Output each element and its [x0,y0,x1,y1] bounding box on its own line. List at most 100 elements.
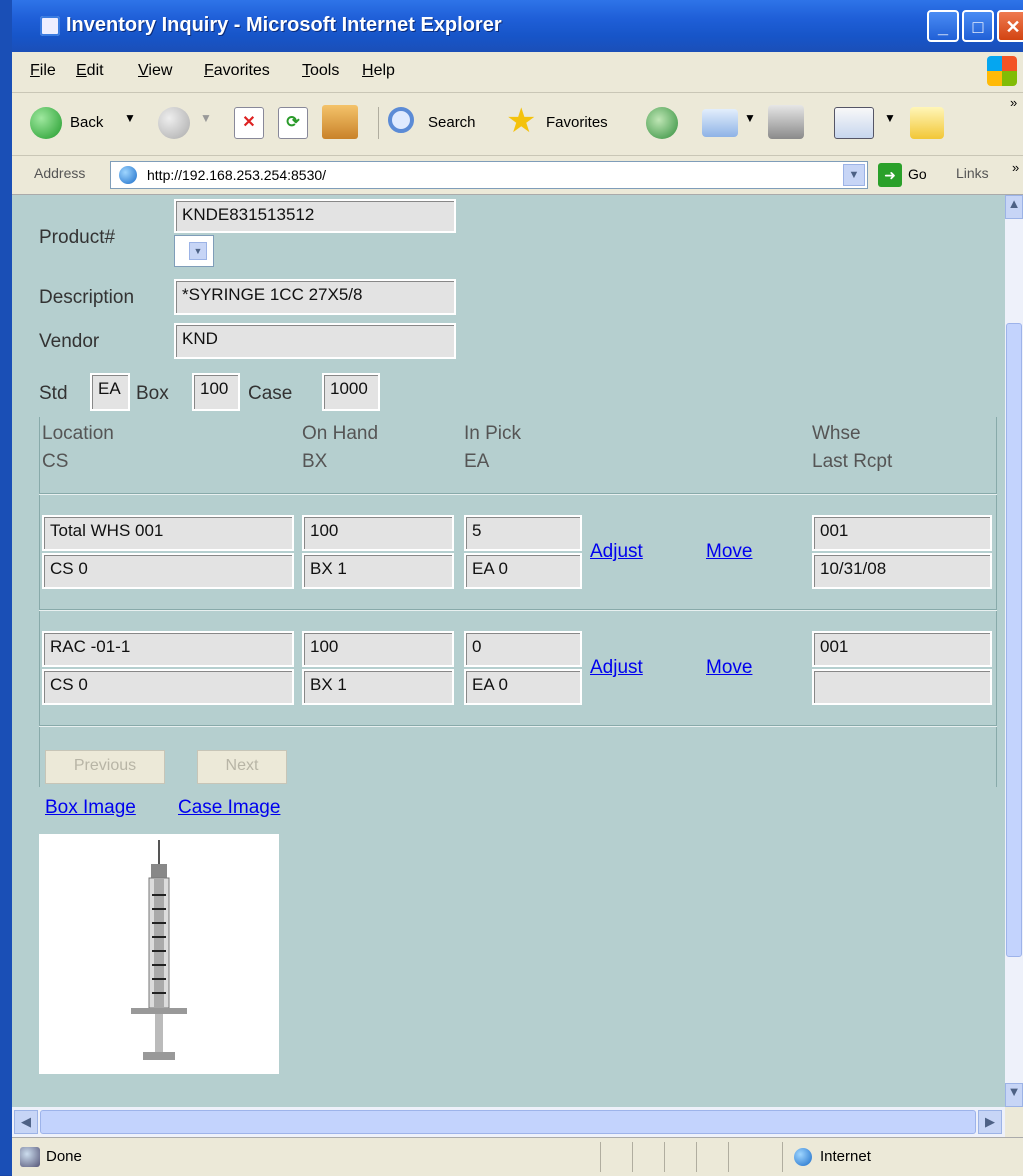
favorites-star-icon[interactable]: ★ [506,101,536,141]
favorites-button-label[interactable]: Favorites [546,114,608,131]
address-url: http://192.168.253.254:8530/ [147,167,327,183]
row2-inpick[interactable]: 0 [464,631,582,667]
menu-help[interactable]: Help [362,62,395,80]
menu-view[interactable]: View [138,62,172,80]
menu-favorites[interactable]: Favorites [204,62,270,80]
row2-cs[interactable]: CS 0 [42,669,294,705]
case-label: Case [248,383,293,404]
header-inpick: In Pick [464,423,522,444]
status-text: Done [46,1148,82,1165]
row2-location[interactable]: RAC -01-1 [42,631,294,667]
close-button[interactable]: ✕ [997,10,1023,42]
links-chevron-icon[interactable]: » [1012,160,1019,175]
std-label: Std [39,383,68,404]
std-input[interactable]: EA [90,373,130,411]
menu-edit[interactable]: Edit [76,62,104,80]
menu-file[interactable]: File [30,62,56,80]
go-arrow-icon[interactable]: ➜ [878,163,902,187]
header-bx: BX [302,451,328,472]
menu-tools[interactable]: Tools [302,62,339,80]
home-icon[interactable] [322,105,358,139]
stop-icon[interactable]: ✕ [234,107,264,139]
history-icon[interactable] [646,107,678,139]
row1-last-rcpt[interactable]: 10/31/08 [812,553,992,589]
row2-adjust-link[interactable]: Adjust [590,657,643,679]
search-button-label[interactable]: Search [428,114,476,131]
row2-onhand[interactable]: 100 [302,631,454,667]
row2-bx[interactable]: BX 1 [302,669,454,705]
box-image-link[interactable]: Box Image [45,797,136,819]
divider [39,725,997,727]
product-dropdown[interactable]: ▼ [174,235,214,267]
refresh-icon[interactable]: ⟳ [278,107,308,139]
edit-icon[interactable] [834,107,874,139]
row1-adjust-link[interactable]: Adjust [590,541,643,563]
row1-onhand[interactable]: 100 [302,515,454,551]
status-bar: Done Internet [12,1137,1023,1176]
vendor-input[interactable]: KND [174,323,456,359]
windows-logo-icon [987,56,1017,86]
minimize-button[interactable]: _ [927,10,959,42]
ie-page-icon [40,16,60,36]
internet-zone-icon [794,1148,812,1166]
address-bar: Address http://192.168.253.254:8530/ ▼ ➜… [12,156,1023,195]
title-bar: Inventory Inquiry - Microsoft Internet E… [12,0,1023,52]
window-title: Inventory Inquiry - Microsoft Internet E… [66,14,502,36]
description-label: Description [39,287,135,308]
mail-icon[interactable] [702,109,738,137]
scroll-right-icon[interactable]: ▶ [978,1110,1002,1134]
header-last-rcpt: Last Rcpt [812,451,893,472]
row1-location[interactable]: Total WHS 001 [42,515,294,551]
forward-dropdown-icon[interactable]: ▼ [200,111,212,125]
vertical-scroll-thumb[interactable] [1006,323,1022,957]
box-input[interactable]: 100 [192,373,240,411]
horizontal-scrollbar[interactable]: ◀ ▶ [12,1107,1005,1137]
row2-last-rcpt[interactable] [812,669,992,705]
menu-bar: File Edit View Favorites Tools Help [12,52,1023,93]
horizontal-scroll-thumb[interactable] [40,1110,976,1134]
address-input[interactable]: http://192.168.253.254:8530/ ▼ [110,161,868,189]
description-input[interactable]: *SYRINGE 1CC 27X5/8 [174,279,456,315]
product-input[interactable]: KNDE831513512 [174,199,456,233]
back-button-label[interactable]: Back [70,114,103,131]
case-input[interactable]: 1000 [322,373,380,411]
product-image [39,834,279,1074]
row2-whse[interactable]: 001 [812,631,992,667]
scroll-up-icon[interactable]: ▲ [1005,195,1023,219]
row1-whse[interactable]: 001 [812,515,992,551]
toolbar: Back ▼ ▼ ✕ ⟳ Search ★ Favorites ▼ ▼ » [12,93,1023,156]
scroll-left-icon[interactable]: ◀ [14,1110,38,1134]
vertical-scrollbar[interactable]: ▲ ▼ [1005,195,1023,1107]
scroll-corner [1005,1107,1023,1137]
messenger-icon[interactable] [910,107,944,139]
forward-arrow-icon[interactable] [158,107,190,139]
browser-window: Inventory Inquiry - Microsoft Internet E… [0,0,1023,1176]
maximize-button[interactable]: □ [962,10,994,42]
toolbar-chevron-icon[interactable]: » [1010,95,1017,110]
next-button[interactable]: Next [197,750,287,784]
row2-ea[interactable]: EA 0 [464,669,582,705]
row1-cs[interactable]: CS 0 [42,553,294,589]
back-arrow-icon[interactable] [30,107,62,139]
edit-dropdown-icon[interactable]: ▼ [884,111,896,125]
page-done-icon [20,1147,40,1167]
back-dropdown-icon[interactable]: ▼ [124,111,136,125]
mail-dropdown-icon[interactable]: ▼ [744,111,756,125]
scroll-down-icon[interactable]: ▼ [1005,1083,1023,1107]
chevron-down-icon: ▼ [189,242,207,260]
address-dropdown-icon[interactable]: ▼ [843,164,865,186]
row1-ea[interactable]: EA 0 [464,553,582,589]
previous-button[interactable]: Previous [45,750,165,784]
ie-globe-icon [119,166,137,184]
go-button-label[interactable]: Go [908,166,927,182]
divider [39,609,997,611]
links-label[interactable]: Links [956,165,989,181]
row1-move-link[interactable]: Move [706,541,752,563]
row1-inpick[interactable]: 5 [464,515,582,551]
search-icon[interactable] [388,107,414,133]
header-whse: Whse [812,423,861,444]
case-image-link[interactable]: Case Image [178,797,280,819]
row1-bx[interactable]: BX 1 [302,553,454,589]
print-icon[interactable] [768,105,804,139]
row2-move-link[interactable]: Move [706,657,752,679]
